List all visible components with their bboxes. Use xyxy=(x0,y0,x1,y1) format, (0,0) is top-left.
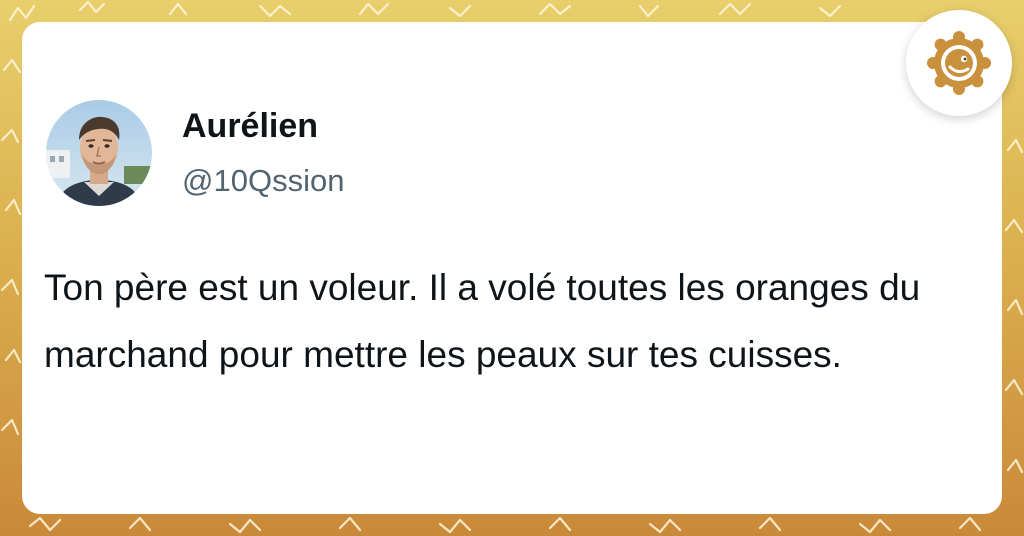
brand-logo-badge xyxy=(906,10,1012,116)
author-handle[interactable]: @10Qssion xyxy=(182,162,344,200)
tweet-card: Aurélien @10Qssion Ton père est un voleu… xyxy=(22,22,1002,514)
author-display-name[interactable]: Aurélien xyxy=(182,106,318,146)
tweet-text: Ton père est un voleur. Il a volé toutes… xyxy=(44,267,921,375)
sun-face-logo-icon xyxy=(927,31,991,95)
avatar[interactable] xyxy=(46,100,152,206)
user-photo-avatar-icon xyxy=(46,100,152,206)
